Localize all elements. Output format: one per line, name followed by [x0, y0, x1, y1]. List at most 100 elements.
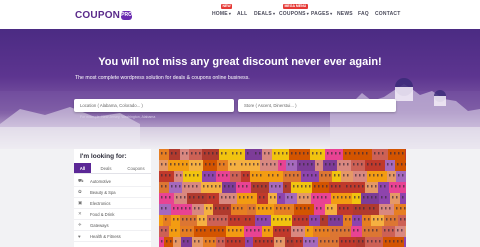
house-window	[197, 174, 199, 177]
nav-faq[interactable]: FAQ	[358, 11, 369, 17]
house-window	[280, 240, 282, 243]
house-window	[391, 163, 393, 166]
house-block	[197, 215, 207, 227]
nav-all[interactable]: ALL	[237, 11, 247, 17]
featured-image[interactable]	[159, 149, 406, 247]
house-window	[279, 229, 281, 232]
tab-all[interactable]: All	[74, 163, 91, 173]
house-window	[287, 240, 289, 243]
house-window	[292, 163, 294, 166]
house-window	[397, 163, 399, 166]
house-window	[347, 174, 349, 177]
category-item-automotive[interactable]: ⛟ Automotive	[74, 176, 151, 187]
category-item-food[interactable]: ✕ Food & Drink	[74, 209, 151, 220]
house-window	[275, 229, 277, 232]
house-window	[182, 163, 184, 166]
house-window	[232, 229, 234, 232]
house-window	[213, 163, 215, 166]
house-window	[315, 229, 317, 232]
house-window	[227, 207, 229, 210]
house-window	[271, 240, 273, 243]
house-block	[319, 171, 332, 183]
category-item-electronics[interactable]: ▣ Electronics	[74, 198, 151, 209]
house-window	[186, 218, 188, 221]
house-window	[390, 218, 392, 221]
house-window	[316, 207, 318, 210]
house-window	[345, 196, 347, 199]
category-item-beauty[interactable]: ✿ Beauty & Spa	[74, 187, 151, 198]
house-window	[362, 185, 364, 188]
house-window	[255, 152, 257, 155]
house-window	[253, 207, 255, 210]
site-logo[interactable]: COUPON PRO	[75, 9, 133, 21]
house-window	[293, 185, 295, 188]
house-window	[180, 196, 182, 199]
house-window	[375, 163, 377, 166]
house-window	[278, 152, 280, 155]
store-placeholder: Store ( Ascent, Dinerstui... )	[244, 103, 297, 108]
nav-home-label: HOME	[212, 11, 228, 17]
house-window	[215, 185, 217, 188]
house-window	[259, 152, 261, 155]
house-window	[314, 185, 316, 188]
house-window	[245, 218, 247, 221]
house-block	[262, 226, 273, 238]
nav-news[interactable]: NEWS	[337, 11, 353, 17]
nav-pages[interactable]: PAGES▾	[311, 11, 332, 17]
house-window	[213, 196, 215, 199]
house-window	[270, 207, 272, 210]
house-window	[182, 229, 184, 232]
house-window	[379, 240, 381, 243]
house-window	[401, 240, 403, 243]
house-window	[261, 185, 263, 188]
house-window	[322, 218, 324, 221]
house-window	[249, 163, 251, 166]
house-window	[189, 174, 191, 177]
house-window	[385, 240, 387, 243]
store-search-input[interactable]: Store ( Ascent, Dinerstui... )	[238, 99, 396, 112]
house-window	[333, 163, 335, 166]
house-window	[211, 185, 213, 188]
nav-contact[interactable]: CONTACT	[375, 11, 400, 17]
house-window	[347, 207, 349, 210]
top-header: COUPON PRO HOME▾ NEW ALL DEALS▾ COUPONS▾…	[0, 0, 480, 29]
nav-deals[interactable]: DEALS▾	[254, 11, 275, 17]
house-window	[169, 174, 171, 177]
nav-coupons[interactable]: COUPONS▾	[279, 11, 309, 17]
tab-coupons[interactable]: Coupons	[121, 163, 151, 173]
category-item-gateways[interactable]: ✈ Gateways	[74, 220, 151, 231]
nav-home[interactable]: HOME▾	[212, 11, 231, 17]
house-window	[392, 196, 394, 199]
house-window	[389, 207, 391, 210]
house-window	[161, 152, 163, 155]
house-block	[164, 237, 173, 247]
house-window	[204, 229, 206, 232]
house-window	[257, 163, 259, 166]
house-window	[380, 185, 382, 188]
house-window	[358, 196, 360, 199]
house-window	[176, 196, 178, 199]
house-window	[364, 229, 366, 232]
location-search-input[interactable]: Location ( Alabama, Colorado... )	[74, 99, 234, 112]
house-window	[175, 152, 177, 155]
house-window	[344, 229, 346, 232]
house-block	[352, 215, 362, 227]
house-window	[301, 229, 303, 232]
house-window	[224, 185, 226, 188]
house-window	[317, 163, 319, 166]
tab-deals[interactable]: Deals	[91, 163, 121, 173]
house-window	[267, 240, 269, 243]
house-window	[182, 152, 184, 155]
house-window	[371, 196, 373, 199]
house-window	[276, 207, 278, 210]
house-window	[371, 185, 373, 188]
nav-coupons-label: COUPONS	[279, 11, 306, 17]
category-item-fitness[interactable]: ♥ Health & Fitness	[74, 231, 151, 242]
chevron-down-icon: ▾	[228, 11, 232, 16]
chevron-down-icon: ▾	[330, 11, 333, 16]
house-window	[208, 174, 210, 177]
house-window	[161, 229, 163, 232]
house-window	[165, 207, 167, 210]
house-window	[161, 163, 163, 166]
house-window	[309, 240, 311, 243]
